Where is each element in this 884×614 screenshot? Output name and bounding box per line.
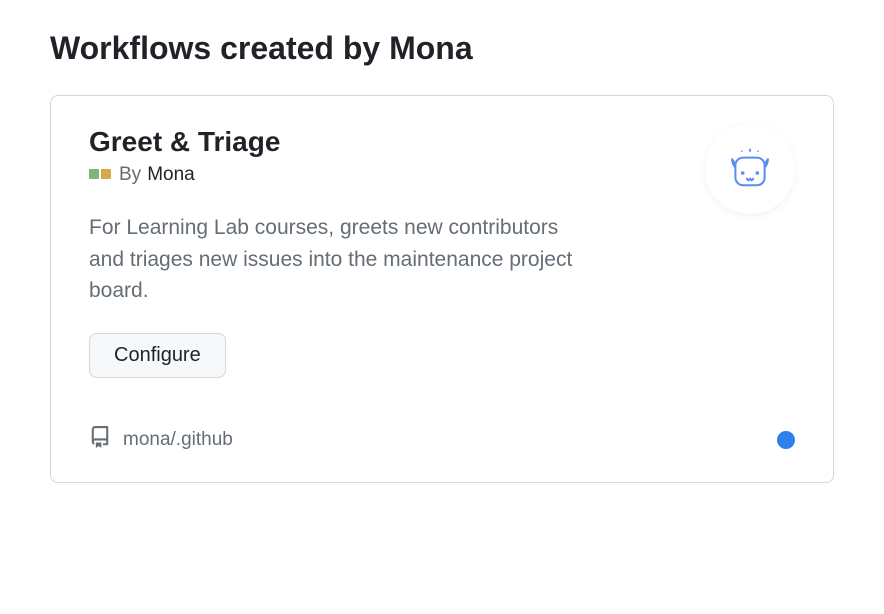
repo-reference[interactable]: mona/.github [89, 426, 233, 454]
card-header-left: Greet & Triage By Mona For Learning Lab … [89, 126, 705, 378]
repo-name: mona/.github [123, 429, 233, 451]
workflow-description: For Learning Lab courses, greets new con… [89, 212, 589, 307]
author-avatar-icon [89, 166, 113, 184]
workflow-card: Greet & Triage By Mona For Learning Lab … [50, 95, 834, 483]
creator-avatar-icon [705, 124, 795, 214]
card-footer: mona/.github [89, 426, 795, 454]
card-header: Greet & Triage By Mona For Learning Lab … [89, 126, 795, 378]
status-indicator [777, 431, 795, 449]
author-name[interactable]: Mona [147, 164, 195, 186]
workflow-byline: By Mona [89, 164, 705, 186]
by-label: By [119, 164, 141, 186]
workflow-title: Greet & Triage [89, 126, 705, 158]
configure-button[interactable]: Configure [89, 333, 226, 378]
page-title: Workflows created by Mona [50, 30, 834, 67]
repo-icon [89, 426, 111, 454]
